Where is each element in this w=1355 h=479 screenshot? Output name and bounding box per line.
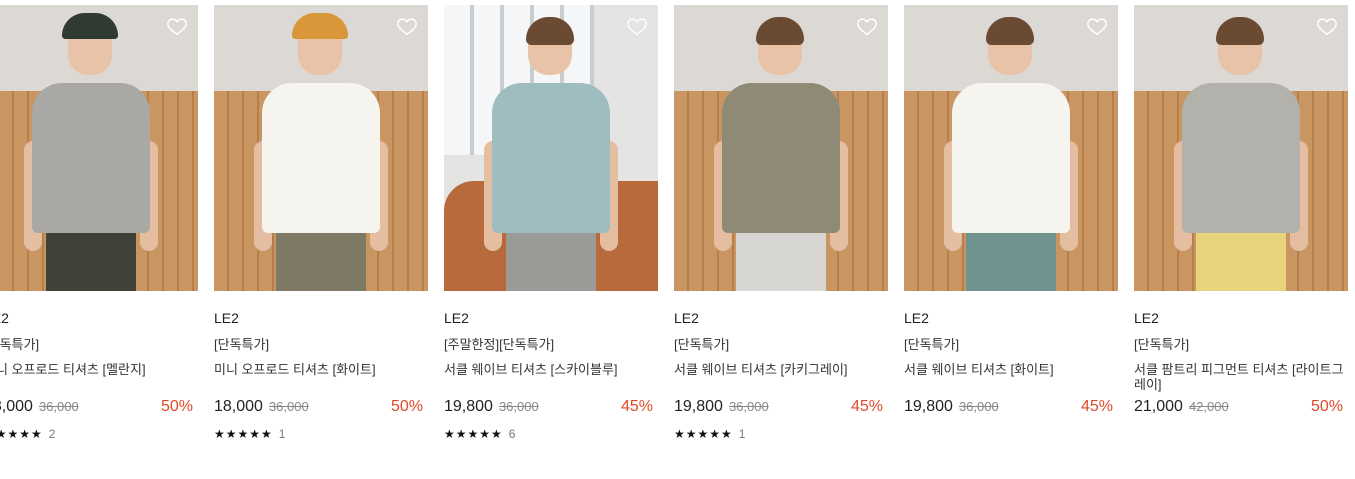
product-name[interactable]: 서클 웨이브 티셔츠 [화이트] [904, 362, 1118, 394]
brand-name[interactable]: LE2 [1134, 309, 1348, 327]
price-row: 18,000 36,000 50% [214, 398, 428, 420]
promo-tag: [주말한정][단독특가] [444, 337, 555, 352]
product-card[interactable]: LE2 [단독특가] 미니 오프로드 티셔츠 [화이트] 18,000 36,000 50… [214, 5, 428, 442]
promo-tag: [단독특가] [1134, 337, 1190, 352]
t-shirt [722, 83, 840, 233]
star-rating-icon: ★★★★★ [214, 427, 273, 441]
review-count: 6 [508, 427, 516, 441]
sale-price: 19,800 [904, 398, 953, 415]
hair [1216, 17, 1264, 45]
product-image[interactable] [214, 5, 428, 291]
pants [506, 233, 596, 291]
wishlist-heart-icon[interactable] [1086, 15, 1108, 37]
price-row: 18,000 36,000 50% [0, 398, 198, 420]
product-image[interactable] [444, 5, 658, 291]
hair [526, 17, 574, 45]
brand-name[interactable]: LE2 [214, 309, 428, 327]
pants [276, 233, 366, 291]
review-summary[interactable]: ★★★★★ 1 [214, 426, 428, 442]
promo-tag: [단독특가] [904, 337, 960, 352]
original-price: 36,000 [268, 399, 309, 414]
brand-name[interactable]: LE2 [904, 309, 1118, 327]
hair [986, 17, 1034, 45]
model-figure [246, 11, 396, 291]
review-summary[interactable]: ★★★★★ 1 [674, 426, 888, 442]
cap [62, 13, 118, 39]
product-name[interactable]: 미니 오프로드 티셔츠 [멜란지] [0, 362, 198, 394]
wishlist-heart-icon[interactable] [626, 15, 648, 37]
t-shirt [492, 83, 610, 233]
price-row: 19,800 36,000 45% [444, 398, 658, 420]
t-shirt [1182, 83, 1300, 233]
t-shirt [262, 83, 380, 233]
promo-tag: [단독특가] [674, 337, 730, 352]
product-name[interactable]: 서클 팜트리 피그먼트 티셔츠 [라이트그레이] [1134, 362, 1348, 394]
discount-rate: 45% [1080, 398, 1113, 415]
price-row: 21,000 42,000 50% [1134, 398, 1348, 420]
original-price: 36,000 [38, 399, 79, 414]
discount-rate: 45% [850, 398, 883, 415]
product-card[interactable]: LE2 [단독특가] 미니 오프로드 티셔츠 [멜란지] 18,000 36,000 50… [0, 5, 198, 442]
promo-tag: [단독특가] [214, 337, 270, 352]
star-rating-icon: ★★★★★ [444, 427, 503, 441]
review-summary[interactable]: ★★★★★ 6 [444, 426, 658, 442]
discount-rate: 50% [390, 398, 423, 415]
wishlist-heart-icon[interactable] [396, 15, 418, 37]
discount-rate: 50% [1310, 398, 1343, 415]
product-name[interactable]: 서클 웨이브 티셔츠 [스카이블루] [444, 362, 658, 394]
brand-name[interactable]: LE2 [444, 309, 658, 327]
product-card[interactable]: LE2 [단독특가] 서클 팜트리 피그먼트 티셔츠 [라이트그레이] 21,000 4… [1134, 5, 1348, 420]
product-card[interactable]: LE2 [단독특가] 서클 웨이브 티셔츠 [화이트] 19,800 36,000 45% [904, 5, 1118, 420]
product-image[interactable] [1134, 5, 1348, 291]
sale-price: 18,000 [214, 398, 263, 415]
product-name[interactable]: 미니 오프로드 티셔츠 [화이트] [214, 362, 428, 394]
original-price: 36,000 [958, 399, 999, 414]
cap [292, 13, 348, 39]
model-figure [1166, 11, 1316, 291]
model-figure [16, 11, 166, 291]
price-row: 19,800 36,000 45% [674, 398, 888, 420]
product-name[interactable]: 서클 웨이브 티셔츠 [카키그레이] [674, 362, 888, 394]
promo-tag: [단독특가] [0, 337, 40, 352]
model-figure [706, 11, 856, 291]
review-count: 1 [738, 427, 746, 441]
review-summary[interactable]: ★★★★★ 2 [0, 426, 198, 442]
t-shirt [952, 83, 1070, 233]
sale-price: 18,000 [0, 398, 33, 415]
original-price: 36,000 [728, 399, 769, 414]
original-price: 42,000 [1188, 399, 1229, 414]
sale-price: 21,000 [1134, 398, 1183, 415]
model-figure [936, 11, 1086, 291]
product-image[interactable] [0, 5, 198, 291]
model-figure [476, 11, 626, 291]
brand-name[interactable]: LE2 [674, 309, 888, 327]
sale-price: 19,800 [674, 398, 723, 415]
brand-name[interactable]: LE2 [0, 309, 198, 327]
review-count: 1 [278, 427, 286, 441]
star-rating-icon: ★★★★★ [674, 427, 733, 441]
wishlist-heart-icon[interactable] [856, 15, 878, 37]
price-row: 19,800 36,000 45% [904, 398, 1118, 420]
pants [966, 233, 1056, 291]
discount-rate: 50% [160, 398, 193, 415]
pants [736, 233, 826, 291]
discount-rate: 45% [620, 398, 653, 415]
pants [46, 233, 136, 291]
wishlist-heart-icon[interactable] [166, 15, 188, 37]
original-price: 36,000 [498, 399, 539, 414]
pants [1196, 233, 1286, 291]
hair [756, 17, 804, 45]
t-shirt [32, 83, 150, 233]
wishlist-heart-icon[interactable] [1316, 15, 1338, 37]
product-image[interactable] [904, 5, 1118, 291]
review-count: 2 [48, 427, 56, 441]
sale-price: 19,800 [444, 398, 493, 415]
product-card[interactable]: LE2 [주말한정][단독특가] 서클 웨이브 티셔츠 [스카이블루] 19,800 3… [444, 5, 658, 442]
product-card[interactable]: LE2 [단독특가] 서클 웨이브 티셔츠 [카키그레이] 19,800 36,000 4… [674, 5, 888, 442]
star-rating-icon: ★★★★★ [0, 427, 43, 441]
product-image[interactable] [674, 5, 888, 291]
product-grid: LE2 [단독특가] 미니 오프로드 티셔츠 [멜란지] 18,000 36,000 50… [0, 0, 1355, 479]
